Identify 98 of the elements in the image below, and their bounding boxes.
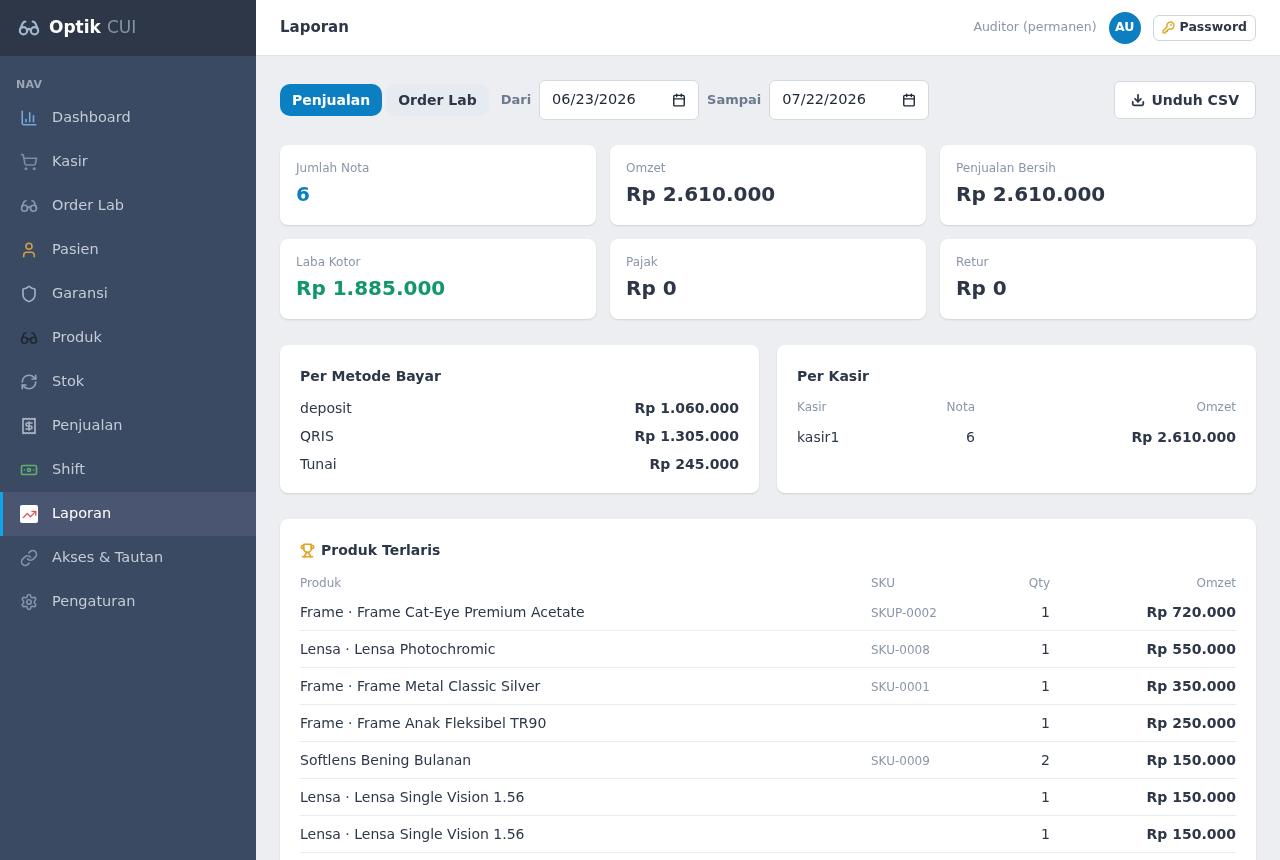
payment-method: Tunai <box>300 454 337 474</box>
stat-label: Omzet <box>626 160 667 176</box>
calendar-icon <box>902 93 917 107</box>
settings-icon <box>20 593 38 611</box>
link-icon <box>20 549 38 567</box>
stat-label: Laba Kotor <box>296 254 362 270</box>
table-cell: Rp 150.000 <box>1050 742 1236 779</box>
stat-label: Pajak <box>626 254 659 270</box>
date-field[interactable]: 06/23/2026 <box>539 80 700 120</box>
page-title: Laporan <box>280 17 349 39</box>
card-title: Produk Terlaris <box>321 541 441 560</box>
glasses-icon <box>20 197 38 215</box>
sku-text: SKU-0001 <box>871 680 930 694</box>
column-header: SKU <box>871 575 896 592</box>
report-tab[interactable]: Penjualan <box>280 84 383 116</box>
card-title: Per Kasir <box>797 367 870 386</box>
table-cell-text: kasir1 <box>797 428 841 447</box>
password-button[interactable]: Password <box>1152 14 1256 41</box>
card-title: Per Metode Bayar <box>300 367 442 386</box>
table-cell: Rp 150.000 <box>1050 779 1236 816</box>
table-cell-text: Rp 2.610.000 <box>1130 428 1236 447</box>
payment-method: QRIS <box>300 426 334 446</box>
payment-amount: Rp 245.000 <box>649 454 739 474</box>
nav-item[interactable]: Penjualan <box>0 404 256 448</box>
table-cell: Rp 150.000 <box>1050 816 1236 853</box>
download-csv-button[interactable]: Unduh CSV <box>1114 81 1256 119</box>
date-label: Dari <box>500 91 532 110</box>
stat-value: 6 <box>296 181 311 208</box>
table-cell: 1 <box>971 779 1050 816</box>
nav-item[interactable]: Akses & Tautan <box>0 536 256 580</box>
nav-item[interactable]: Produk <box>0 316 256 360</box>
stat-label: Jumlah Nota <box>296 160 371 176</box>
table-cell: 1 <box>971 705 1050 742</box>
nav-item[interactable]: Pengaturan <box>0 580 256 624</box>
key-icon <box>1161 21 1175 34</box>
nav-item[interactable]: Pasien <box>0 228 256 272</box>
stat-value: Rp 1.885.000 <box>296 275 447 302</box>
table-cell: Rp 350.000 <box>1050 668 1236 705</box>
table-cell: 1 <box>971 631 1050 668</box>
cart-icon <box>20 153 38 171</box>
report-tab[interactable]: Order Lab <box>386 84 489 116</box>
stat-label: Penjualan Bersih <box>956 160 1057 176</box>
stat-value: Rp 0 <box>626 275 678 302</box>
stat-value: Rp 2.610.000 <box>626 181 777 208</box>
shield-icon <box>20 285 38 303</box>
table-cell: Softlens Bening Bulanan <box>300 742 871 779</box>
payment-method: deposit <box>300 398 352 418</box>
bar-chart-icon <box>20 109 38 127</box>
line-chart-icon <box>20 505 38 523</box>
nav-item[interactable]: Stok <box>0 360 256 404</box>
stat-value: Rp 0 <box>956 275 1008 302</box>
nav-item[interactable]: Dashboard <box>0 96 256 140</box>
table-cell: 1 <box>971 816 1050 853</box>
table-cell-text: 6 <box>965 428 975 447</box>
refresh-icon <box>20 373 38 391</box>
nav-item[interactable]: Laporan <box>0 492 256 536</box>
brand-suffix: CUI <box>106 16 137 40</box>
table-cell: Frame · Frame Anak Fleksibel TR90 <box>300 705 871 742</box>
nav-item[interactable]: Order Lab <box>0 184 256 228</box>
glasses-icon <box>20 329 38 347</box>
sku-text: SKU-0008 <box>871 643 930 657</box>
date-label: Sampai <box>707 91 762 110</box>
nav-item[interactable]: Kasir <box>0 140 256 184</box>
nav-item[interactable]: Shift <box>0 448 256 492</box>
table-cell: Lensa · Lensa Photochromic <box>300 631 871 668</box>
table-cell: Lensa · Lensa Single Vision 1.56 <box>300 779 871 816</box>
table-cell: 2 <box>971 742 1050 779</box>
sku-text: SKUP-0002 <box>871 606 937 620</box>
column-header: Omzet <box>1195 575 1236 592</box>
brand-name: Optik <box>49 16 101 40</box>
person-icon <box>20 241 38 259</box>
user-avatar: AU <box>1108 11 1141 44</box>
date-field[interactable]: 07/22/2026 <box>769 80 930 120</box>
stat-label: Retur <box>956 254 990 270</box>
user-role: Auditor (permanen) <box>973 18 1097 37</box>
table-cell: Lensa · Lensa Single Vision 1.56 <box>300 816 871 853</box>
payment-amount: Rp 1.060.000 <box>634 398 739 418</box>
table-cell: 1 <box>971 594 1050 631</box>
payment-amount: Rp 1.305.000 <box>634 426 739 446</box>
sku-text: SKU-0009 <box>871 754 930 768</box>
column-header: Omzet <box>1195 399 1236 416</box>
table-cell: Rp 720.000 <box>1050 594 1236 631</box>
table-cell: Rp 250.000 <box>1050 705 1236 742</box>
column-header: Qty <box>1027 575 1050 592</box>
column-header: Produk <box>300 575 343 592</box>
table-cell: 1 <box>971 668 1050 705</box>
table-cell: Frame · Frame Metal Classic Silver <box>300 668 871 705</box>
receipt-icon <box>20 417 38 435</box>
column-header: Nota <box>945 399 975 416</box>
download-icon <box>1131 93 1146 107</box>
column-header: Kasir <box>797 399 828 416</box>
stat-value: Rp 2.610.000 <box>956 181 1107 208</box>
nav-item[interactable]: Garansi <box>0 272 256 316</box>
calendar-icon <box>672 93 687 107</box>
nav-section-label: NAV <box>15 77 44 93</box>
table-cell: Frame · Frame Cat-Eye Premium Acetate <box>300 594 871 631</box>
table-cell: Rp 550.000 <box>1050 631 1236 668</box>
trophy-icon <box>300 542 315 558</box>
